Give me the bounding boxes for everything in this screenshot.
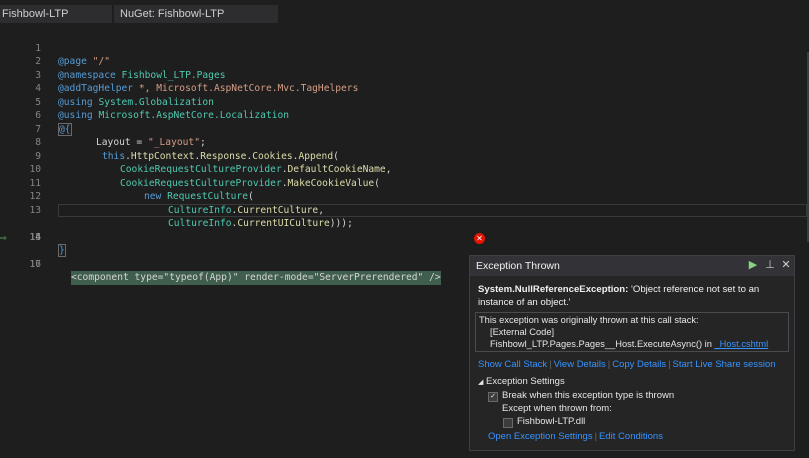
code-line: 11 new RequestCulture( [0, 163, 809, 203]
exception-actions: Show Call Stack | View Details | Copy Detail… [478, 359, 776, 370]
code-line: 4 @using System.Globalization [0, 69, 809, 108]
close-icon[interactable]: ✕ [779, 258, 793, 272]
code-line: 5 @using Microsoft.AspNetCore.Localizati… [0, 82, 809, 122]
error-icon[interactable]: ✕ [474, 233, 485, 244]
exception-popup-title: Exception Thrown [476, 260, 560, 272]
except-when-label: Except when thrown from: [502, 403, 612, 414]
pin-icon[interactable]: ⊥ [763, 258, 777, 272]
code-line: 3 @addTagHelper *, Microsoft.AspNetCore.… [0, 55, 809, 95]
code-line: 12 CultureInfo.CurrentCulture, [0, 177, 809, 216]
code-line: 6 @{ [0, 96, 809, 136]
tab-fishbowl-ltp[interactable]: Fishbowl-LTP [0, 5, 112, 23]
edit-conditions-link[interactable]: Edit Conditions [599, 431, 663, 442]
break-when-thrown-label: Break when this exception type is thrown [502, 390, 675, 401]
code-line-current: 14 } [0, 203, 809, 257]
module-checkbox[interactable] [503, 418, 513, 428]
current-line-highlight [58, 203, 807, 217]
code-line: 1 @page "/" [0, 28, 809, 68]
stack-intro: This exception was originally thrown at … [479, 315, 699, 325]
exception-highlighted-code: <component type="typeof(App)" render-mod… [71, 271, 441, 285]
execution-pointer-icon: ⇨ [0, 230, 7, 244]
code-line: 9 CookieRequestCultureProvider.DefaultCo… [0, 136, 809, 176]
code-line: 7 Layout = "_Layout"; [0, 109, 809, 149]
exception-settings-links: Open Exception Settings | Edit Conditions [488, 431, 663, 442]
document-tab-strip: Fishbowl-LTP NuGet: Fishbowl-LTP [0, 0, 809, 25]
show-call-stack-link[interactable]: Show Call Stack [478, 359, 547, 370]
code-line: 15 [0, 217, 809, 243]
exception-type: System.NullReferenceException: [478, 284, 629, 295]
live-share-link[interactable]: Start Live Share session [673, 359, 776, 370]
tab-nuget-fishbowl-ltp[interactable]: NuGet: Fishbowl-LTP [114, 5, 278, 23]
call-stack-box: This exception was originally thrown at … [475, 312, 789, 352]
stack-frame-external: [External Code] [490, 327, 555, 337]
continue-icon[interactable]: ▶ [746, 258, 760, 272]
line-number: 17 [29, 258, 41, 270]
collapse-triangle-icon: ◢ [478, 379, 484, 386]
open-exception-settings-link[interactable]: Open Exception Settings [488, 431, 593, 442]
code-line-exception: ⇨ 16 <component type="typeof(App)" rende… [0, 230, 809, 285]
exception-helper-popup: Exception Thrown ▶ ⊥ ✕ System.NullRefere… [469, 255, 795, 451]
copy-details-link[interactable]: Copy Details [612, 359, 666, 370]
view-details-link[interactable]: View Details [554, 359, 606, 370]
code-line: 2 @namespace Fishbowl_LTP.Pages [0, 42, 809, 81]
exception-message: System.NullReferenceException: 'Object r… [478, 284, 788, 309]
code-line: 13 CultureInfo.CurrentUICulture))); [0, 190, 809, 230]
stack-frame-host: Fishbowl_LTP.Pages.Pages__Host.ExecuteAs… [490, 339, 769, 349]
code-line: 10 CookieRequestCultureProvider.MakeCook… [0, 150, 809, 189]
module-label: Fishbowl-LTP.dll [517, 416, 586, 427]
code-line: 8 this.HttpContext.Response.Cookies.Appe… [0, 123, 809, 162]
break-when-thrown-checkbox[interactable]: ✓ [488, 392, 498, 402]
exception-settings-header[interactable]: ◢ Exception Settings [478, 376, 565, 387]
exception-popup-header: Exception Thrown ▶ ⊥ ✕ [470, 256, 794, 276]
host-cshtml-link[interactable]: _Host.cshtml [714, 339, 768, 349]
